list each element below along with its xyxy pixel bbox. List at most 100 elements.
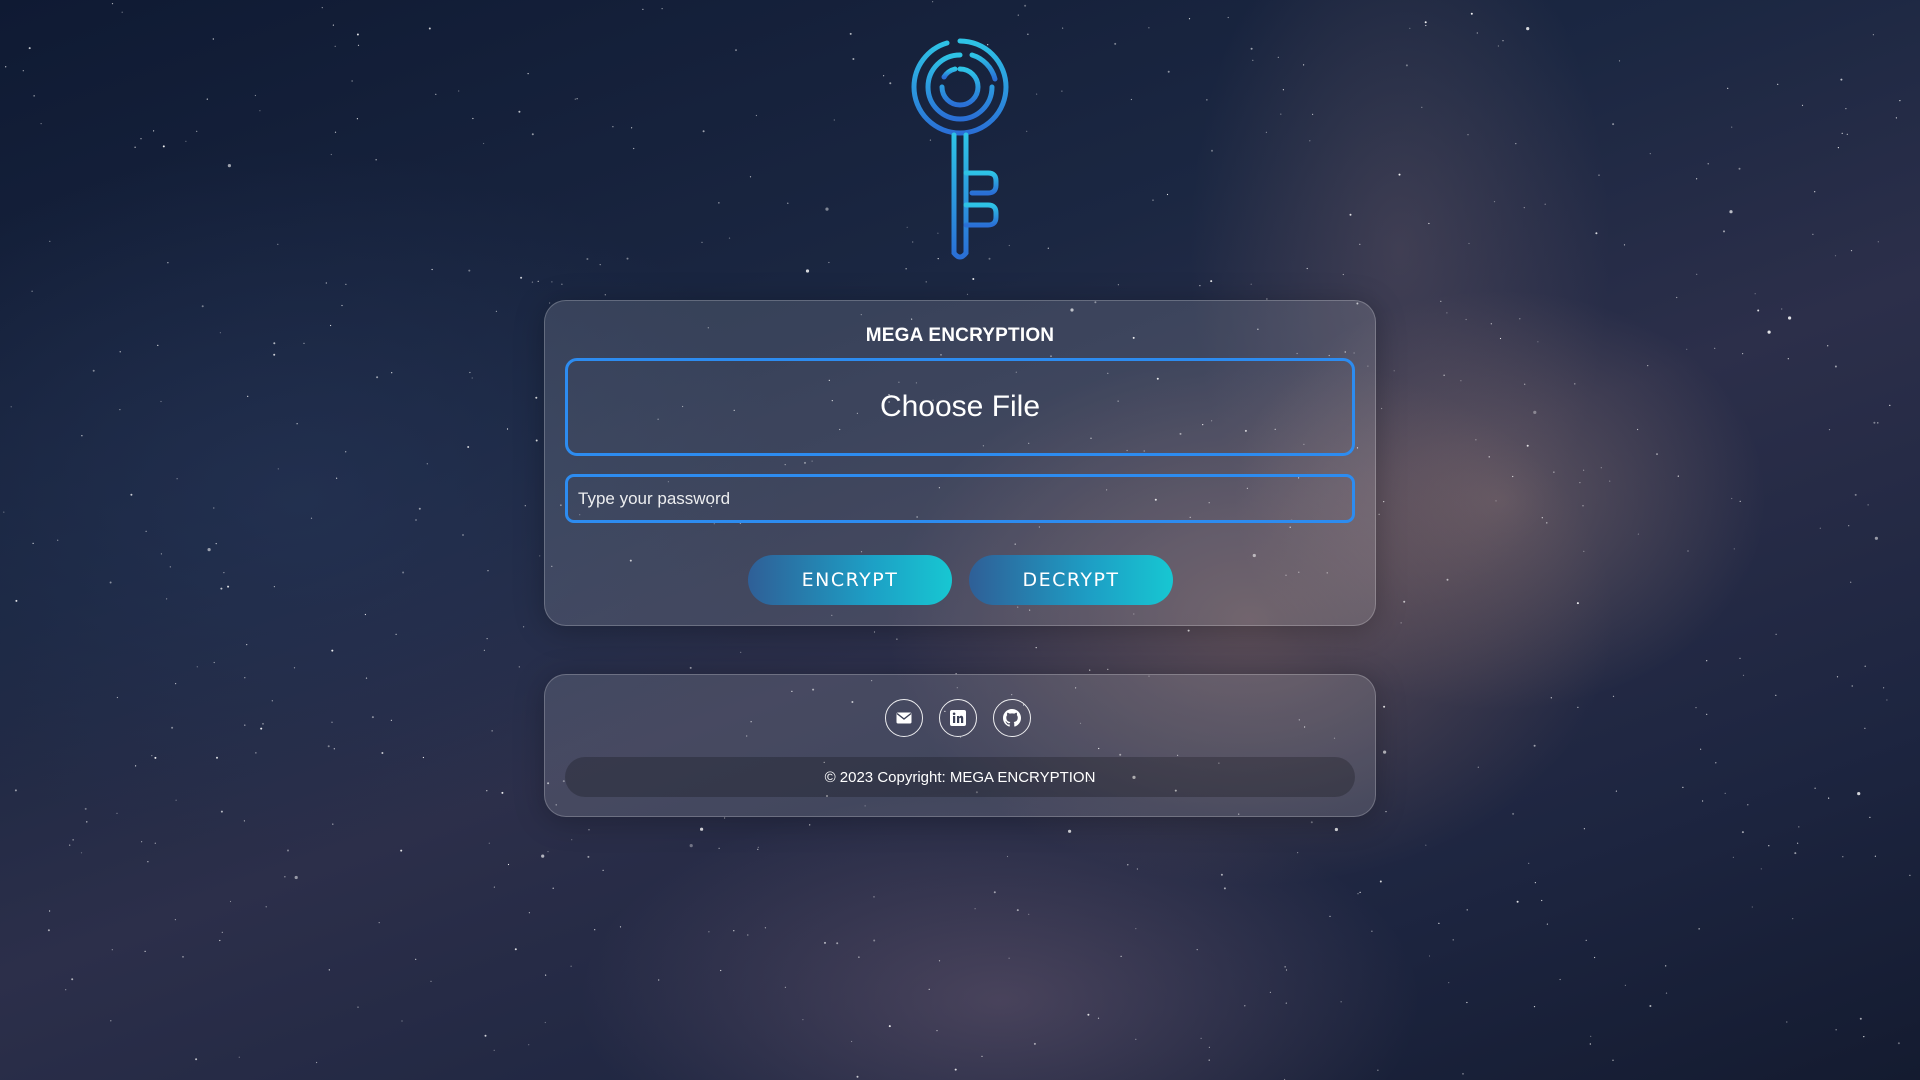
star <box>1127 864 1129 866</box>
star <box>111 949 113 951</box>
choose-file-button[interactable]: Choose File <box>565 358 1355 456</box>
star <box>1403 600 1406 603</box>
star <box>334 45 336 47</box>
star <box>247 395 249 397</box>
star <box>1421 106 1423 108</box>
star <box>1528 862 1530 865</box>
star <box>896 638 898 640</box>
password-input[interactable] <box>565 474 1355 523</box>
star <box>1284 966 1286 968</box>
star <box>212 38 214 40</box>
star <box>1357 893 1359 895</box>
star <box>1786 1021 1788 1023</box>
star <box>1747 804 1749 806</box>
star <box>1524 383 1526 385</box>
star <box>1523 207 1525 209</box>
star <box>1828 797 1830 799</box>
star <box>1777 83 1779 85</box>
star <box>162 145 165 148</box>
star <box>1187 629 1190 632</box>
star <box>1741 831 1744 834</box>
star <box>1686 348 1688 350</box>
star <box>471 377 473 379</box>
star <box>1526 444 1529 447</box>
star <box>1742 674 1745 676</box>
star <box>1895 117 1897 119</box>
linkedin-link[interactable] <box>939 699 977 737</box>
star <box>195 1058 198 1061</box>
star <box>1706 713 1708 716</box>
star <box>1742 353 1744 355</box>
star <box>325 282 327 284</box>
star <box>151 755 153 757</box>
star <box>1499 337 1502 340</box>
star <box>1702 800 1704 802</box>
star <box>1477 766 1479 768</box>
star <box>1306 267 1308 270</box>
star <box>220 587 223 590</box>
star <box>1250 283 1252 285</box>
star <box>1798 826 1800 828</box>
star <box>764 927 767 929</box>
star <box>702 130 705 133</box>
star <box>1383 750 1387 754</box>
star <box>718 847 720 849</box>
star <box>486 790 488 792</box>
star <box>1845 108 1847 110</box>
star <box>1889 404 1891 406</box>
star <box>1583 550 1585 553</box>
star <box>341 304 343 307</box>
star <box>3 511 5 513</box>
star <box>1827 345 1829 347</box>
star <box>1188 18 1191 20</box>
star <box>487 570 489 572</box>
star <box>316 1061 318 1064</box>
star <box>1470 12 1473 15</box>
star <box>86 821 88 823</box>
star <box>541 854 545 858</box>
star <box>174 919 176 921</box>
star <box>246 644 248 646</box>
star <box>1812 233 1814 235</box>
star <box>395 633 397 636</box>
star <box>1582 505 1584 507</box>
star <box>1340 1001 1342 1003</box>
star <box>1068 829 1072 833</box>
star <box>1265 131 1267 133</box>
star <box>836 942 839 945</box>
star <box>14 789 17 792</box>
star <box>1227 16 1229 19</box>
star <box>332 823 334 825</box>
star <box>1732 856 1734 858</box>
star <box>1208 1059 1210 1061</box>
star <box>175 683 177 685</box>
star <box>140 138 142 140</box>
star <box>518 110 521 113</box>
star <box>1665 965 1667 967</box>
star <box>1062 27 1064 29</box>
star <box>31 290 33 292</box>
github-link[interactable] <box>993 699 1031 737</box>
star <box>1729 210 1733 214</box>
star <box>936 1030 938 1032</box>
star <box>219 939 221 942</box>
star <box>1303 64 1305 66</box>
mail-link[interactable] <box>885 699 923 737</box>
star <box>1544 203 1546 205</box>
star <box>1269 991 1271 994</box>
star <box>171 726 174 729</box>
star <box>1466 909 1468 911</box>
star <box>1027 33 1029 35</box>
star <box>488 842 490 844</box>
star <box>472 117 474 120</box>
star <box>154 756 157 759</box>
encrypt-button[interactable]: ENCRYPT <box>748 555 952 605</box>
star <box>1877 241 1879 243</box>
star <box>574 98 576 100</box>
star <box>1502 40 1504 42</box>
star <box>1598 174 1600 176</box>
decrypt-button[interactable]: DECRYPT <box>969 555 1173 605</box>
star <box>1869 816 1871 819</box>
star <box>1696 273 1698 275</box>
star <box>1166 193 1169 196</box>
